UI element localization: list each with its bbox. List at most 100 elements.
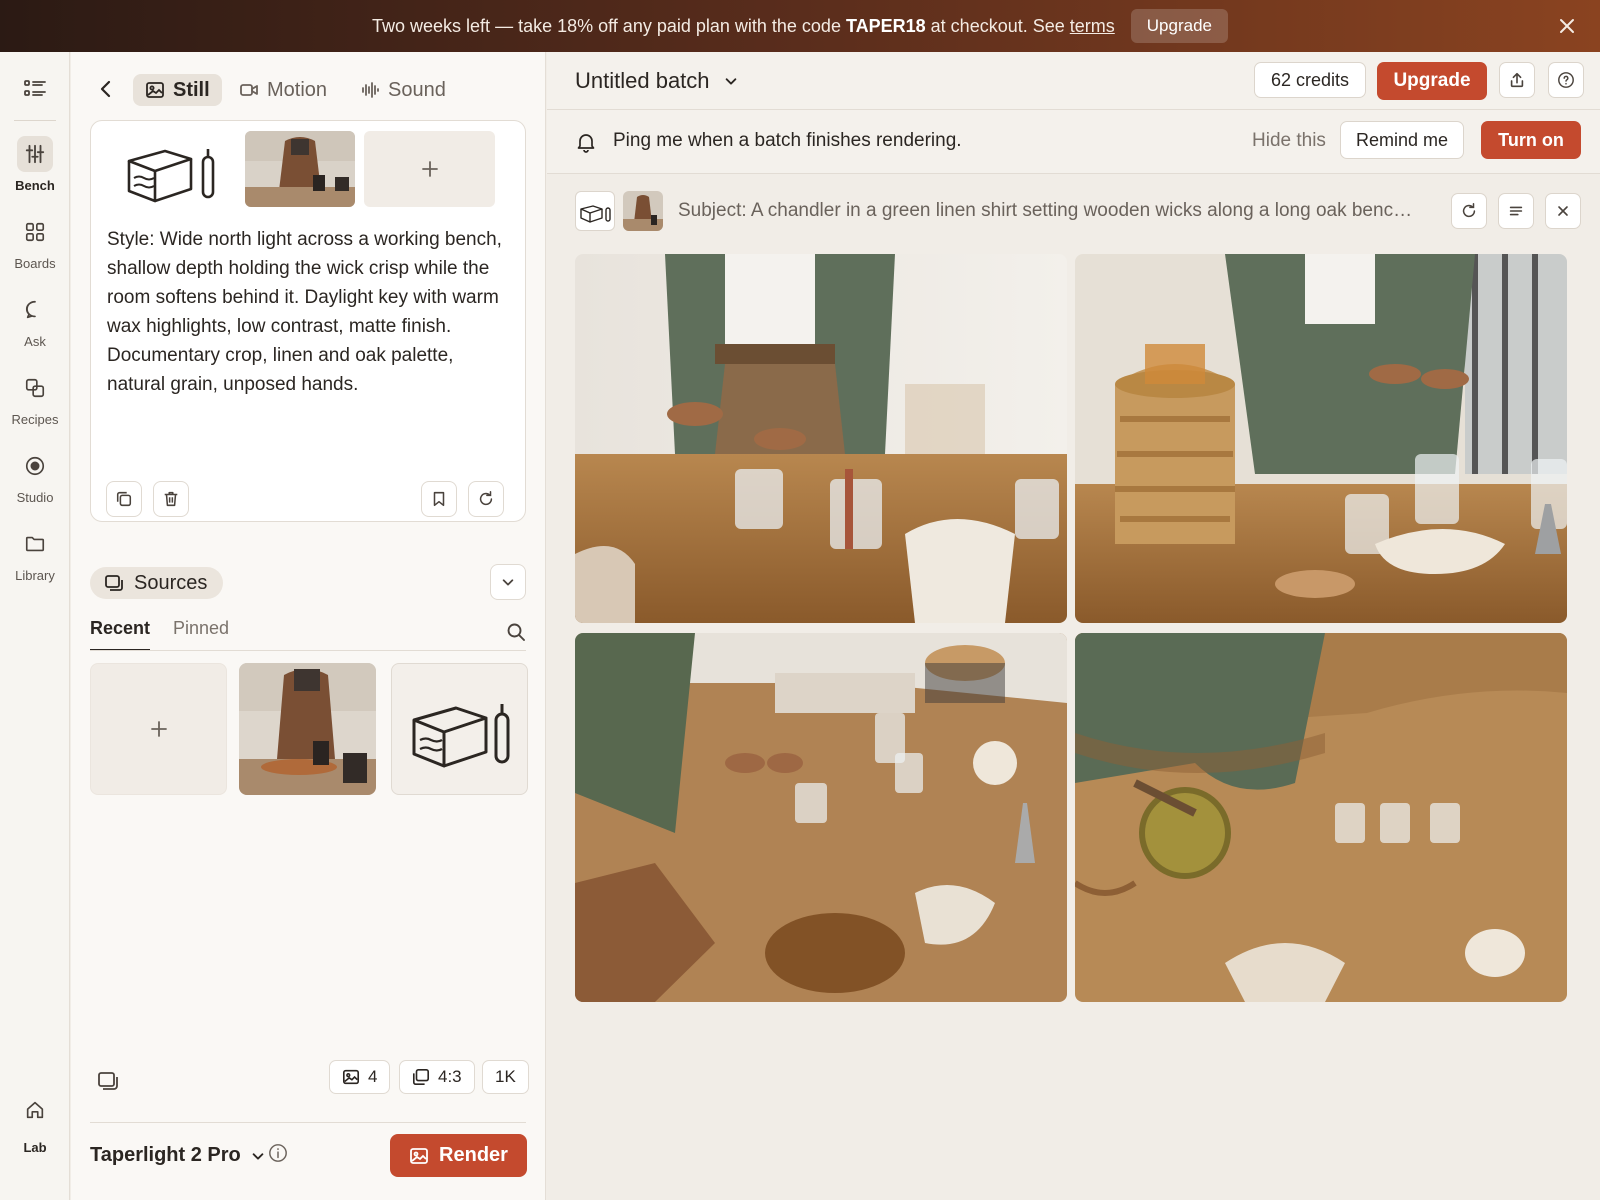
rail-item-lab[interactable]: Lab — [0, 1092, 70, 1155]
back-arrow-icon[interactable] — [95, 78, 117, 100]
promo-text: Two weeks left — take 18% off any paid p… — [372, 15, 1115, 36]
text-lines-icon — [1509, 206, 1523, 216]
remind-me-button[interactable]: Remind me — [1340, 121, 1464, 159]
delete-button[interactable] — [153, 481, 189, 517]
candle-box-thumbnail[interactable] — [575, 191, 615, 231]
trash-icon — [164, 491, 178, 507]
gallery-icon[interactable] — [97, 1070, 119, 1092]
rail-item-boards[interactable]: Boards — [0, 214, 70, 271]
style-prompt-text[interactable]: Style: Wide north light across a working… — [107, 225, 511, 399]
divider — [90, 650, 526, 651]
rail-label: Studio — [16, 490, 54, 505]
chat-icon — [17, 292, 53, 328]
bell-icon — [575, 131, 597, 153]
dismiss-button[interactable] — [1545, 193, 1581, 229]
result-image-2[interactable] — [1075, 254, 1567, 623]
refresh-icon — [1462, 203, 1476, 218]
chevron-down-icon — [252, 1152, 264, 1160]
image-count-selector[interactable]: 4 — [329, 1060, 391, 1094]
notification-banner: Ping me when a batch finishes rendering.… — [547, 110, 1600, 174]
add-source-button[interactable] — [90, 663, 227, 795]
tab-pinned[interactable]: Pinned — [173, 618, 229, 649]
rail-label: Ask — [24, 334, 46, 349]
plus-icon — [150, 721, 167, 737]
terms-link[interactable]: terms — [1070, 16, 1115, 36]
nav-rail: Bench Boards Ask Recipes Studio Library … — [0, 52, 70, 1200]
add-reference-button[interactable] — [364, 131, 495, 207]
recipes-icon — [17, 370, 53, 406]
subject-row: Subject: A chandler in a green linen shi… — [575, 191, 1581, 231]
grid-icon — [17, 214, 53, 250]
rail-item-bench[interactable]: Bench — [0, 136, 70, 193]
turn-on-button[interactable]: Turn on — [1481, 121, 1581, 159]
sources-collapse-button[interactable] — [490, 564, 526, 600]
tab-recent[interactable]: Recent — [90, 618, 151, 651]
reference-photo-thumbnail[interactable] — [245, 131, 355, 207]
results-area: Untitled batch 62 credits Upgrade Ping m… — [547, 52, 1600, 1200]
share-icon — [1510, 72, 1524, 88]
rail-item-ask[interactable]: Ask — [0, 292, 70, 349]
rail-label: Bench — [15, 178, 55, 193]
promo-banner: Two weeks left — take 18% off any paid p… — [0, 0, 1600, 52]
batch-title-dropdown[interactable]: Untitled batch — [575, 68, 738, 94]
notice-text: Ping me when a batch finishes rendering. — [613, 130, 962, 151]
tab-sound[interactable]: Sound — [348, 74, 458, 106]
layers-icon — [105, 575, 123, 591]
upgrade-button[interactable]: Upgrade — [1377, 62, 1487, 100]
rail-divider — [14, 120, 56, 121]
aspect-ratio-icon — [412, 1068, 430, 1086]
aspect-ratio-selector[interactable]: 4:3 — [399, 1060, 475, 1094]
info-icon[interactable] — [268, 1143, 290, 1165]
chevron-down-icon — [502, 579, 514, 586]
plus-icon — [421, 161, 438, 177]
folder-icon — [17, 526, 53, 562]
source-photo-thumbnail[interactable] — [239, 663, 376, 795]
bookmark-icon — [433, 491, 445, 507]
bookmark-button[interactable] — [421, 481, 457, 517]
model-selector[interactable]: Taperlight 2 Pro — [90, 1144, 265, 1167]
target-icon — [17, 448, 53, 484]
list-menu-icon[interactable] — [22, 76, 48, 102]
help-icon — [1558, 72, 1574, 88]
top-bar: Untitled batch 62 credits Upgrade — [547, 52, 1600, 110]
result-image-1[interactable] — [575, 254, 1067, 623]
sliders-icon — [17, 136, 53, 172]
rail-item-studio[interactable]: Studio — [0, 448, 70, 505]
image-icon — [146, 82, 164, 98]
rail-label: Recipes — [11, 412, 59, 427]
sources-chip[interactable]: Sources — [90, 567, 224, 599]
reference-photo-thumbnail[interactable] — [623, 191, 663, 231]
prompt-card: Style: Wide north light across a working… — [90, 120, 526, 522]
image-icon — [410, 1147, 428, 1164]
duplicate-button[interactable] — [106, 481, 142, 517]
candle-box-thumbnail[interactable] — [121, 131, 221, 207]
details-button[interactable] — [1498, 193, 1534, 229]
tab-motion[interactable]: Motion — [227, 74, 339, 106]
promo-upgrade-button[interactable]: Upgrade — [1130, 9, 1228, 43]
rail-label: Lab — [23, 1140, 47, 1155]
waveform-icon — [362, 82, 379, 98]
rail-label: Library — [15, 568, 55, 583]
hide-notice-link[interactable]: Hide this — [1252, 130, 1326, 152]
close-icon[interactable] — [1556, 15, 1578, 37]
subject-prompt-text[interactable]: Subject: A chandler in a green linen shi… — [678, 200, 1413, 222]
render-button[interactable]: Render — [390, 1134, 527, 1177]
result-image-4[interactable] — [1075, 633, 1567, 1002]
rail-item-recipes[interactable]: Recipes — [0, 370, 70, 427]
source-box-thumbnail[interactable] — [391, 663, 528, 795]
help-button[interactable] — [1548, 62, 1584, 98]
image-icon — [342, 1069, 360, 1085]
resolution-selector[interactable]: 1K — [482, 1060, 529, 1094]
search-icon[interactable] — [506, 622, 526, 642]
regenerate-button[interactable] — [468, 481, 504, 517]
credits-badge[interactable]: 62 credits — [1254, 62, 1367, 98]
rerun-button[interactable] — [1451, 193, 1487, 229]
tab-still[interactable]: Still — [133, 74, 222, 106]
rail-item-library[interactable]: Library — [0, 526, 70, 583]
rail-label: Boards — [14, 256, 56, 271]
promo-code: TAPER18 — [845, 15, 926, 36]
divider — [90, 1122, 526, 1123]
refresh-icon — [479, 491, 493, 506]
share-button[interactable] — [1499, 62, 1535, 98]
result-image-3[interactable] — [575, 633, 1067, 1002]
